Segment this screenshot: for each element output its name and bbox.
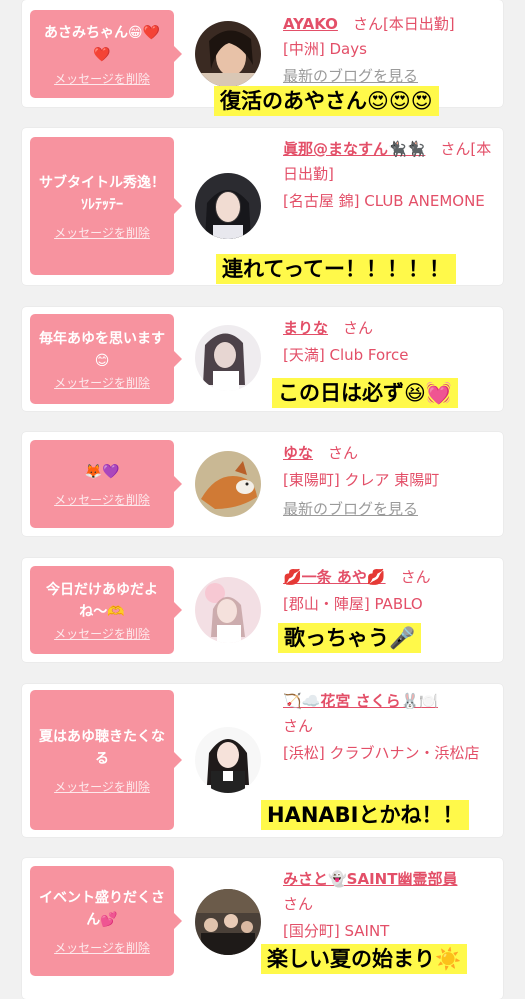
message-text: サブタイトル秀逸！ｿﾚﾃｯﾃｰ <box>39 174 165 213</box>
profile-info: AYAKO さん[本日出勤] [中洲] Days 最新のブログを見る <box>283 12 493 89</box>
shop-label: [国分町] SAINT <box>283 922 390 940</box>
honorific: さん <box>328 444 359 462</box>
message-text: 夏はあゆ聴きたくなる <box>39 728 165 767</box>
shop-label: [中洲] Days <box>283 40 367 58</box>
message-card: 今日だけあゆだよね〜🫶 メッセージを削除 💋一条 あや💋 さん [郡山・陣屋] … <box>22 558 503 662</box>
delete-message-link[interactable]: メッセージを削除 <box>54 374 150 391</box>
delete-message-link[interactable]: メッセージを削除 <box>54 224 150 241</box>
delete-message-link[interactable]: メッセージを削除 <box>54 778 150 795</box>
delete-message-link[interactable]: メッセージを削除 <box>54 625 150 642</box>
user-name-link[interactable]: 🏹☁️花宮 さくら🐰🍽️ <box>283 692 438 710</box>
highlight-note: 復活のあやさん😍😍😍 <box>214 86 439 116</box>
shop-label: [東陽町] クレア 東陽町 <box>283 471 440 489</box>
message-text: 🦊💜 <box>84 463 120 480</box>
honorific: さん <box>283 895 314 913</box>
message-bubble: イベント盛りだくさん💕 メッセージを削除 <box>30 866 174 976</box>
message-text: 毎年あゆを思います😊 <box>39 330 165 369</box>
message-card: 🦊💜 メッセージを削除 ゆな さん [東陽町] クレア 東陽町 最新のブログを見… <box>22 432 503 536</box>
user-name-link[interactable]: AYAKO <box>283 15 338 33</box>
delete-message-link[interactable]: メッセージを削除 <box>54 939 150 956</box>
shop-label: [郡山・陣屋] PABLO <box>283 595 423 613</box>
work-status: [本日出勤] <box>382 15 455 33</box>
avatar[interactable] <box>195 889 261 955</box>
avatar[interactable] <box>195 727 261 793</box>
message-text: 今日だけあゆだよね〜🫶 <box>46 581 158 620</box>
shop-label: [天満] Club Force <box>283 346 409 364</box>
message-text: イベント盛りだくさん💕 <box>39 889 165 928</box>
message-bubble: サブタイトル秀逸！ｿﾚﾃｯﾃｰ メッセージを削除 <box>30 137 174 275</box>
user-name-link[interactable]: 眞那@まなすん🐈‍⬛🐈‍⬛ <box>283 140 425 158</box>
avatar[interactable] <box>195 577 261 643</box>
delete-message-link[interactable]: メッセージを削除 <box>54 70 150 87</box>
highlight-note: 楽しい夏の始まり☀️ <box>261 944 468 974</box>
honorific: さん <box>283 717 314 735</box>
message-bubble: 今日だけあゆだよね〜🫶 メッセージを削除 <box>30 566 174 654</box>
message-text: あさみちゃん😁❤️❤️ <box>43 24 161 63</box>
profile-info: 眞那@まなすん🐈‍⬛🐈‍⬛ さん[本日出勤] [名古屋 錦] CLUB ANEM… <box>283 137 493 214</box>
user-name-link[interactable]: まりな <box>283 319 328 337</box>
avatar[interactable] <box>195 21 261 87</box>
user-name-link[interactable]: みさと👻SAINT幽霊部員 <box>283 870 457 888</box>
profile-info: まりな さん [天満] Club Force <box>283 316 493 368</box>
profile-info: 💋一条 あや💋 さん [郡山・陣屋] PABLO <box>283 565 493 617</box>
message-bubble: あさみちゃん😁❤️❤️ メッセージを削除 <box>30 10 174 98</box>
message-bubble: 毎年あゆを思います😊 メッセージを削除 <box>30 314 174 404</box>
highlight-note: HANABIとかね！！ <box>261 800 470 830</box>
honorific: さん <box>440 140 471 158</box>
shop-label: [名古屋 錦] CLUB ANEMONE <box>283 192 485 210</box>
highlight-note: 歌っちゃう🎤 <box>278 623 422 653</box>
profile-info: 🏹☁️花宮 さくら🐰🍽️ さん [浜松] クラブハナン・浜松店 <box>283 689 493 766</box>
avatar[interactable] <box>195 325 261 391</box>
shop-label: [浜松] クラブハナン・浜松店 <box>283 744 480 762</box>
highlight-note: この日は必ず😆💓 <box>272 378 459 408</box>
user-name-link[interactable]: 💋一条 あや💋 <box>283 568 386 586</box>
avatar[interactable] <box>195 173 261 239</box>
honorific: さん <box>400 568 431 586</box>
avatar[interactable] <box>195 451 261 517</box>
message-card: イベント盛りだくさん💕 メッセージを削除 みさと👻SAINT幽霊部員 さん [国… <box>22 858 503 999</box>
honorific: さん <box>352 15 383 33</box>
highlight-note: 連れてってー！！！！！ <box>216 254 457 284</box>
honorific: さん <box>343 319 374 337</box>
message-bubble: 🦊💜 メッセージを削除 <box>30 440 174 528</box>
delete-message-link[interactable]: メッセージを削除 <box>54 491 150 508</box>
message-bubble: 夏はあゆ聴きたくなる メッセージを削除 <box>30 690 174 830</box>
user-name-link[interactable]: ゆな <box>283 444 313 462</box>
profile-info: みさと👻SAINT幽霊部員 さん [国分町] SAINT <box>283 867 493 944</box>
profile-info: ゆな さん [東陽町] クレア 東陽町 最新のブログを見る <box>283 441 493 522</box>
blog-link[interactable]: 最新のブログを見る <box>283 497 493 522</box>
